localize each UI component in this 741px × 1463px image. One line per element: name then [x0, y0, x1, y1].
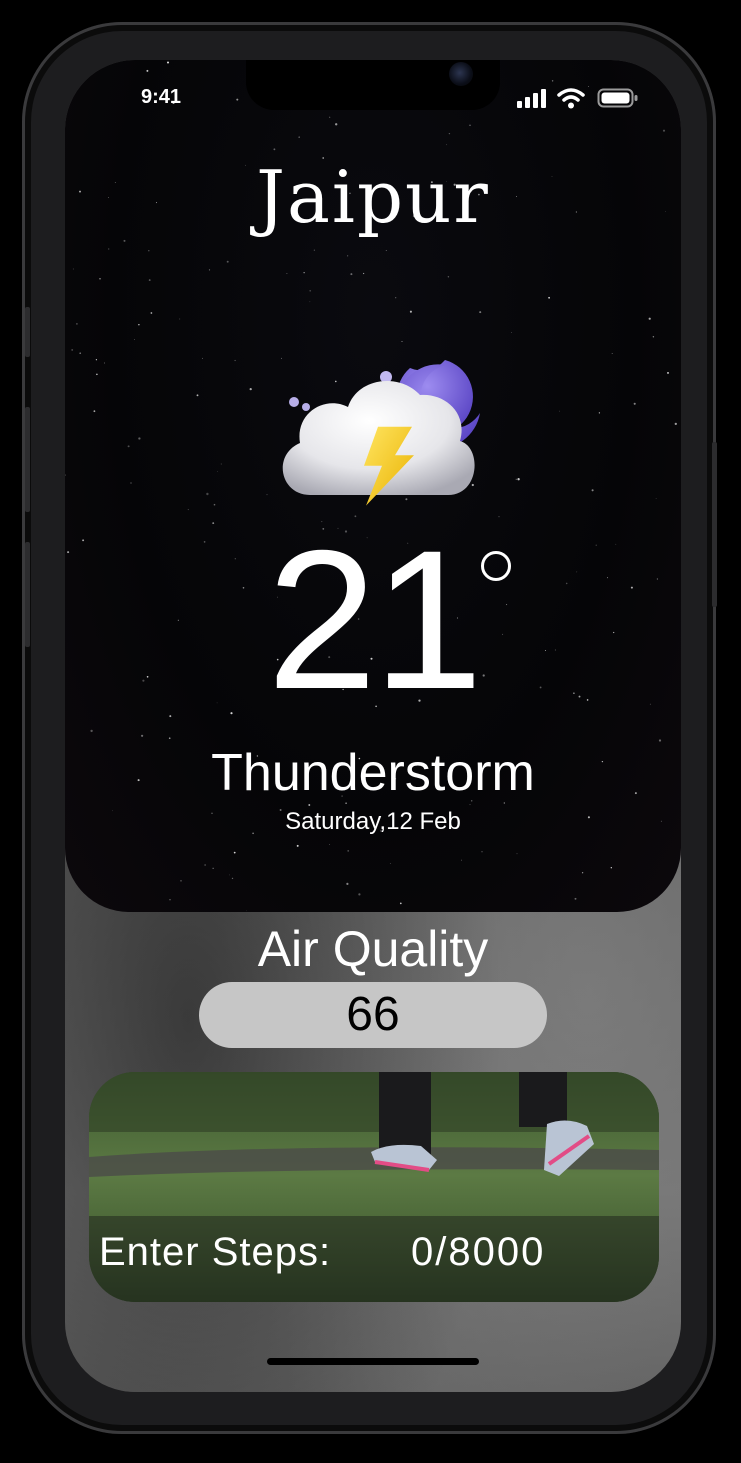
weather-date: Saturday,12 Feb	[285, 808, 461, 835]
weather-condition: Thunderstorm	[211, 744, 535, 802]
city-name: Jaipur	[256, 155, 490, 239]
thunderstorm-night-icon	[282, 360, 480, 506]
air-quality-title: Air Quality	[257, 921, 489, 977]
steps-label: Enter Steps:	[99, 1230, 332, 1274]
mute-switch	[25, 307, 30, 357]
battery-icon	[597, 88, 638, 108]
status-time: 9:41	[141, 86, 182, 108]
temperature: 21	[266, 509, 483, 730]
volume-up-button	[25, 407, 30, 512]
volume-down-button	[25, 542, 30, 647]
home-indicator[interactable]	[267, 1358, 479, 1365]
front-camera	[449, 62, 473, 86]
cellular-signal-icon	[517, 89, 546, 108]
degree-symbol	[481, 551, 511, 581]
air-quality-value: 66	[199, 982, 547, 1048]
power-button	[712, 442, 717, 607]
wifi-icon	[557, 88, 585, 109]
steps-card[interactable]: Enter Steps: 0/8000	[89, 1072, 659, 1302]
weather-card: 9:41 Jaipur 21 Thunderstorm Saturday,12 …	[65, 60, 681, 912]
phone-screen: 9:41 Jaipur 21 Thunderstorm Saturday,12 …	[65, 60, 681, 1392]
notch	[246, 60, 500, 110]
steps-value[interactable]: 0/8000	[411, 1230, 545, 1275]
status-icons	[517, 87, 642, 109]
